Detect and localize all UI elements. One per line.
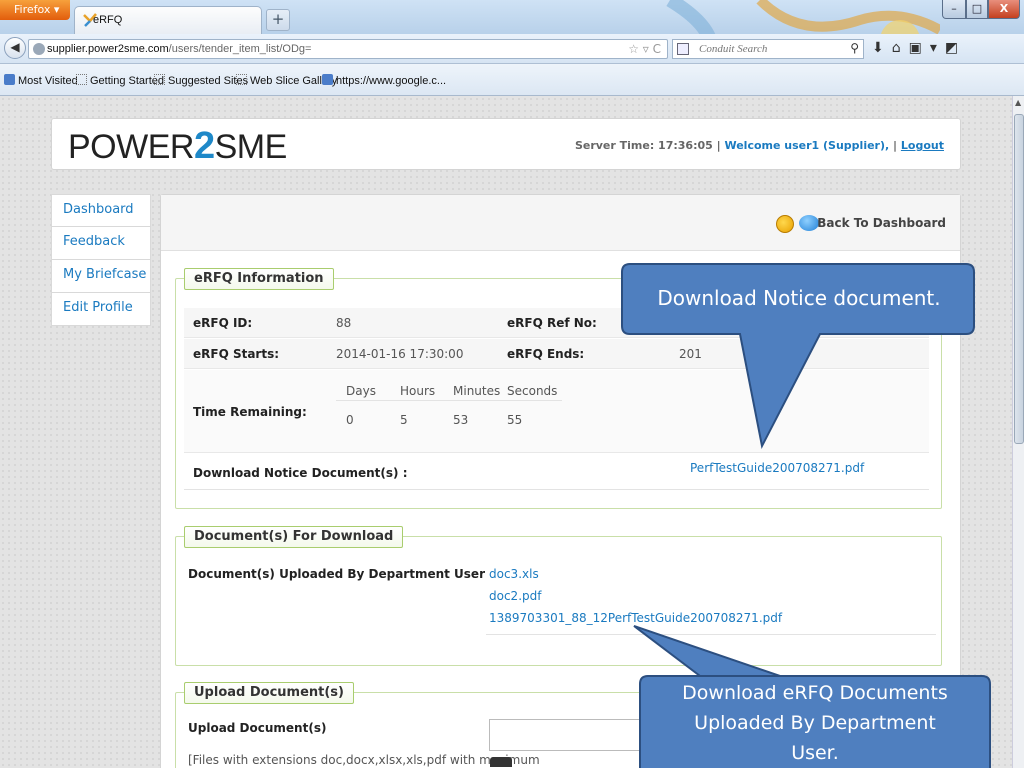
back-arrow-icon[interactable]: ◀ (4, 37, 26, 59)
toolbar-icons[interactable]: ⬇⌂▣▾◩ (872, 40, 966, 56)
minimize-button[interactable]: – (942, 0, 966, 19)
url-text: supplier.power2sme.com/users/tender_item… (47, 43, 312, 55)
logout-link[interactable]: Logout (901, 139, 944, 152)
time-value-days: 0 (346, 413, 354, 427)
time-value-seconds: 55 (507, 413, 523, 427)
page-viewport: POWER2SME Server Time: 17:36:05 | Welcom… (0, 96, 1012, 768)
sidebar-nav: Dashboard Feedback My Briefcase Edit Pro… (51, 194, 151, 326)
row-divider (184, 489, 929, 490)
bookmarks-bar: Most Visited Getting Started Suggested S… (0, 64, 1024, 96)
sidebar-item-feedback[interactable]: Feedback (51, 227, 151, 260)
browser-tab[interactable]: eRFQ (74, 6, 262, 34)
upload-file-hint: [Files with extensions doc,docx,xlsx,xls… (188, 753, 540, 767)
row-divider (486, 634, 936, 635)
search-engine-icon[interactable] (677, 43, 689, 55)
erfq-starts-value: 2014-01-16 17:30:00 (336, 347, 464, 361)
chat-bubble-icon[interactable] (799, 215, 819, 231)
erfq-starts-label: eRFQ Starts: (193, 347, 280, 361)
time-header-hours: Hours (400, 384, 436, 398)
search-input[interactable]: Conduit Search (699, 43, 767, 55)
url-bar[interactable]: supplier.power2sme.com/users/tender_item… (28, 39, 668, 59)
doc-link-perftestguide-pdf[interactable]: 1389703301_88_12PerfTestGuide200708271.p… (489, 611, 782, 625)
scroll-thumb[interactable] (1014, 114, 1024, 444)
callout-notice-text: Download Notice document. (657, 286, 941, 310)
callout-department-text: Download eRFQ Documents Uploaded By Depa… (640, 678, 990, 768)
bookmark-icon (4, 74, 15, 85)
firefox-menu-button[interactable]: Firefox ▾ (0, 0, 70, 20)
maximize-button[interactable]: □ (966, 0, 988, 19)
upload-camera-icon[interactable] (490, 757, 512, 767)
download-notice-label: Download Notice Document(s) : (193, 466, 408, 480)
navigation-bar: ◀ supplier.power2sme.com/users/tender_it… (0, 34, 1024, 64)
vertical-scrollbar[interactable]: ▲ (1012, 96, 1024, 768)
emoji-help-icon[interactable] (776, 215, 794, 233)
site-header: POWER2SME Server Time: 17:36:05 | Welcom… (51, 118, 961, 170)
erfq-id-label: eRFQ ID: (193, 316, 253, 330)
welcome-user: Welcome user1 (Supplier), (724, 139, 890, 152)
time-header-days: Days (346, 384, 376, 398)
page-icon (154, 74, 165, 85)
window-controls: – □ X (942, 0, 1020, 20)
erfq-ends-value-end: 00 (770, 347, 786, 361)
erfq-information-section: eRFQ Information eRFQ ID: 88 eRFQ Ref No… (175, 268, 942, 509)
page-icon (236, 74, 247, 85)
doc-link-doc3-xls[interactable]: doc3.xls (489, 567, 539, 581)
sidebar-item-my-briefcase[interactable]: My Briefcase (51, 260, 151, 293)
erfq-ends-label: eRFQ Ends: (507, 347, 585, 361)
bookmark-most-visited[interactable]: Most Visited (4, 74, 78, 87)
uploaded-by-department-label: Document(s) Uploaded By Department User (188, 567, 485, 581)
callout-department-line-2: Uploaded By Department (694, 712, 936, 734)
search-bar[interactable]: Conduit Search ⚲ (672, 39, 864, 59)
google-icon (322, 74, 333, 85)
power2sme-logo[interactable]: POWER2SME (68, 125, 287, 168)
new-tab-button[interactable]: + (266, 9, 290, 31)
bookmark-suggested-sites[interactable]: Suggested Sites (154, 74, 248, 87)
upload-file-input[interactable] (489, 719, 649, 751)
header-separator: | (893, 139, 898, 152)
erfq-information-legend: eRFQ Information (184, 268, 334, 290)
search-magnifier-icon[interactable]: ⚲ (850, 41, 859, 55)
tab-title: eRFQ (93, 14, 123, 26)
erfq-ref-label: eRFQ Ref No: (507, 316, 597, 330)
sidebar-item-edit-profile[interactable]: Edit Profile (51, 293, 151, 326)
time-remaining-label: Time Remaining: (193, 405, 307, 419)
bookmark-star-icon[interactable]: ☆ ▿ C (628, 42, 661, 56)
firefox-menu-label: Firefox (14, 3, 51, 16)
sidebar-item-dashboard[interactable]: Dashboard (51, 194, 151, 227)
scroll-up-arrow-icon[interactable]: ▲ (1015, 98, 1021, 107)
callout-department-line-3: User. (791, 742, 839, 764)
back-to-dashboard-link[interactable]: Back To Dashboard (817, 216, 946, 230)
documents-for-download-section: Document(s) For Download Document(s) Upl… (175, 526, 942, 666)
header-status: Server Time: 17:36:05 | Welcome user1 (S… (575, 139, 944, 152)
time-value-hours: 5 (400, 413, 408, 427)
time-header-seconds: Seconds (507, 384, 558, 398)
callout-department-line-1: Download eRFQ Documents (682, 682, 948, 704)
erfq-id-value: 88 (336, 316, 352, 330)
globe-icon (33, 43, 45, 55)
bookmark-getting-started[interactable]: Getting Started (76, 74, 164, 87)
bookmark-google[interactable]: https://www.google.c... (322, 74, 446, 87)
notice-document-link[interactable]: PerfTestGuide200708271.pdf (690, 461, 864, 475)
documents-for-download-legend: Document(s) For Download (184, 526, 404, 548)
time-value-minutes: 53 (453, 413, 469, 427)
server-time: Server Time: 17:36:05 | (574, 139, 721, 152)
upload-documents-legend: Upload Document(s) (184, 682, 354, 704)
close-window-button[interactable]: X (988, 0, 1020, 19)
time-header-minutes: Minutes (453, 384, 501, 398)
page-icon (76, 74, 87, 85)
content-toolbar: Back To Dashboard (161, 195, 960, 251)
erfq-ends-value-start: 201 (679, 347, 702, 361)
doc-link-doc2-pdf[interactable]: doc2.pdf (489, 589, 541, 603)
upload-documents-label: Upload Document(s) (188, 721, 327, 735)
title-bar: Firefox ▾ eRFQ + – □ X (0, 0, 1024, 96)
time-divider (336, 400, 562, 401)
